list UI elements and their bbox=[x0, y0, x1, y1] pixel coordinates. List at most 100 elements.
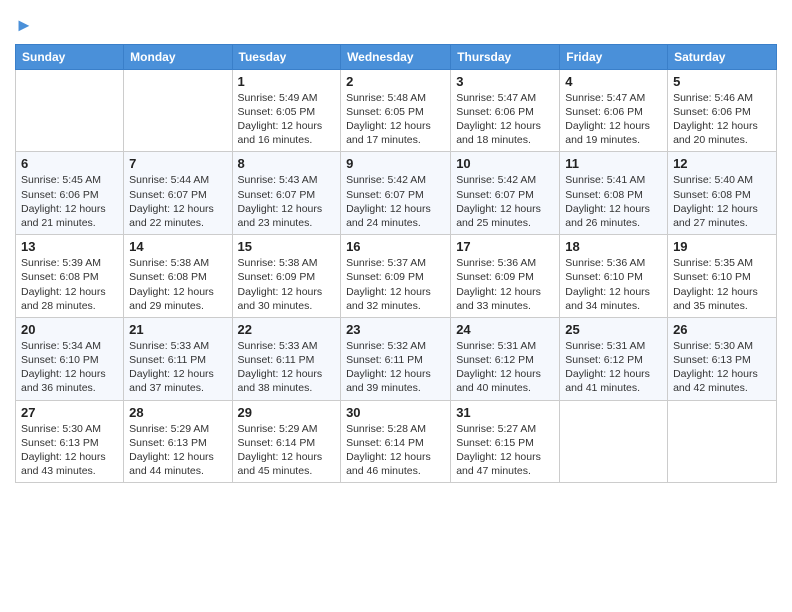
day-number: 20 bbox=[21, 322, 118, 337]
day-number: 8 bbox=[238, 156, 336, 171]
day-info: Sunrise: 5:35 AM Sunset: 6:10 PM Dayligh… bbox=[673, 256, 771, 313]
calendar-week-5: 27 Sunrise: 5:30 AM Sunset: 6:13 PM Dayli… bbox=[16, 400, 777, 483]
day-number: 9 bbox=[346, 156, 445, 171]
day-header-saturday: Saturday bbox=[668, 44, 777, 69]
calendar-cell: 30 Sunrise: 5:28 AM Sunset: 6:14 PM Dayli… bbox=[341, 400, 451, 483]
day-info: Sunrise: 5:49 AM Sunset: 6:05 PM Dayligh… bbox=[238, 91, 336, 148]
calendar-cell: 28 Sunrise: 5:29 AM Sunset: 6:13 PM Dayli… bbox=[124, 400, 232, 483]
day-info: Sunrise: 5:40 AM Sunset: 6:08 PM Dayligh… bbox=[673, 173, 771, 230]
day-number: 6 bbox=[21, 156, 118, 171]
day-header-wednesday: Wednesday bbox=[341, 44, 451, 69]
calendar-week-1: 1 Sunrise: 5:49 AM Sunset: 6:05 PM Daylig… bbox=[16, 69, 777, 152]
calendar-cell: 11 Sunrise: 5:41 AM Sunset: 6:08 PM Dayli… bbox=[560, 152, 668, 235]
calendar-week-3: 13Sunrise: 5:39 AM Sunset: 6:08 PM Dayli… bbox=[16, 235, 777, 318]
logo: ► bbox=[15, 16, 33, 36]
calendar-cell: 26 Sunrise: 5:30 AM Sunset: 6:13 PM Dayli… bbox=[668, 317, 777, 400]
calendar-cell: 15 Sunrise: 5:38 AM Sunset: 6:09 PM Dayli… bbox=[232, 235, 341, 318]
calendar-cell: 6 Sunrise: 5:45 AM Sunset: 6:06 PM Daylig… bbox=[16, 152, 124, 235]
day-number: 26 bbox=[673, 322, 771, 337]
calendar-cell: 22 Sunrise: 5:33 AM Sunset: 6:11 PM Dayli… bbox=[232, 317, 341, 400]
day-number: 7 bbox=[129, 156, 226, 171]
day-number: 10 bbox=[456, 156, 554, 171]
day-info: Sunrise: 5:42 AM Sunset: 6:07 PM Dayligh… bbox=[456, 173, 554, 230]
day-number: 19 bbox=[673, 239, 771, 254]
calendar-table: SundayMondayTuesdayWednesdayThursdayFrid… bbox=[15, 44, 777, 483]
day-number: 21 bbox=[129, 322, 226, 337]
day-info: Sunrise: 5:44 AM Sunset: 6:07 PM Dayligh… bbox=[129, 173, 226, 230]
day-info: Sunrise: 5:36 AM Sunset: 6:10 PM Dayligh… bbox=[565, 256, 662, 313]
day-info: Sunrise: 5:45 AM Sunset: 6:06 PM Dayligh… bbox=[21, 173, 118, 230]
calendar-cell: 31 Sunrise: 5:27 AM Sunset: 6:15 PM Dayli… bbox=[451, 400, 560, 483]
day-header-friday: Friday bbox=[560, 44, 668, 69]
calendar-cell: 27 Sunrise: 5:30 AM Sunset: 6:13 PM Dayli… bbox=[16, 400, 124, 483]
day-info: Sunrise: 5:48 AM Sunset: 6:05 PM Dayligh… bbox=[346, 91, 445, 148]
day-info: Sunrise: 5:31 AM Sunset: 6:12 PM Dayligh… bbox=[456, 339, 554, 396]
day-info: Sunrise: 5:28 AM Sunset: 6:14 PM Dayligh… bbox=[346, 422, 445, 479]
day-header-monday: Monday bbox=[124, 44, 232, 69]
day-info: Sunrise: 5:38 AM Sunset: 6:09 PM Dayligh… bbox=[238, 256, 336, 313]
day-number: 22 bbox=[238, 322, 336, 337]
calendar-cell: 17Sunrise: 5:36 AM Sunset: 6:09 PM Dayli… bbox=[451, 235, 560, 318]
day-number: 11 bbox=[565, 156, 662, 171]
day-number: 28 bbox=[129, 405, 226, 420]
day-info: Sunrise: 5:46 AM Sunset: 6:06 PM Dayligh… bbox=[673, 91, 771, 148]
day-number: 25 bbox=[565, 322, 662, 337]
calendar-cell bbox=[668, 400, 777, 483]
calendar-cell: 1 Sunrise: 5:49 AM Sunset: 6:05 PM Daylig… bbox=[232, 69, 341, 152]
calendar-cell: 14Sunrise: 5:38 AM Sunset: 6:08 PM Dayli… bbox=[124, 235, 232, 318]
calendar-cell: 9 Sunrise: 5:42 AM Sunset: 6:07 PM Daylig… bbox=[341, 152, 451, 235]
calendar-header-row: SundayMondayTuesdayWednesdayThursdayFrid… bbox=[16, 44, 777, 69]
calendar-cell bbox=[560, 400, 668, 483]
day-info: Sunrise: 5:37 AM Sunset: 6:09 PM Dayligh… bbox=[346, 256, 445, 313]
calendar-cell: 23Sunrise: 5:32 AM Sunset: 6:11 PM Dayli… bbox=[341, 317, 451, 400]
calendar-cell: 2 Sunrise: 5:48 AM Sunset: 6:05 PM Daylig… bbox=[341, 69, 451, 152]
day-number: 23 bbox=[346, 322, 445, 337]
day-info: Sunrise: 5:47 AM Sunset: 6:06 PM Dayligh… bbox=[565, 91, 662, 148]
day-info: Sunrise: 5:36 AM Sunset: 6:09 PM Dayligh… bbox=[456, 256, 554, 313]
day-header-tuesday: Tuesday bbox=[232, 44, 341, 69]
calendar-cell: 18 Sunrise: 5:36 AM Sunset: 6:10 PM Dayli… bbox=[560, 235, 668, 318]
calendar-cell: 8 Sunrise: 5:43 AM Sunset: 6:07 PM Daylig… bbox=[232, 152, 341, 235]
day-number: 29 bbox=[238, 405, 336, 420]
day-number: 30 bbox=[346, 405, 445, 420]
calendar-cell: 5 Sunrise: 5:46 AM Sunset: 6:06 PM Daylig… bbox=[668, 69, 777, 152]
day-info: Sunrise: 5:29 AM Sunset: 6:13 PM Dayligh… bbox=[129, 422, 226, 479]
day-info: Sunrise: 5:27 AM Sunset: 6:15 PM Dayligh… bbox=[456, 422, 554, 479]
calendar-cell: 20 Sunrise: 5:34 AM Sunset: 6:10 PM Dayli… bbox=[16, 317, 124, 400]
day-info: Sunrise: 5:33 AM Sunset: 6:11 PM Dayligh… bbox=[129, 339, 226, 396]
day-number: 2 bbox=[346, 74, 445, 89]
day-number: 12 bbox=[673, 156, 771, 171]
day-info: Sunrise: 5:30 AM Sunset: 6:13 PM Dayligh… bbox=[21, 422, 118, 479]
day-info: Sunrise: 5:31 AM Sunset: 6:12 PM Dayligh… bbox=[565, 339, 662, 396]
calendar-cell: 19 Sunrise: 5:35 AM Sunset: 6:10 PM Dayli… bbox=[668, 235, 777, 318]
calendar-cell: 21 Sunrise: 5:33 AM Sunset: 6:11 PM Dayli… bbox=[124, 317, 232, 400]
day-number: 5 bbox=[673, 74, 771, 89]
day-number: 16 bbox=[346, 239, 445, 254]
day-info: Sunrise: 5:33 AM Sunset: 6:11 PM Dayligh… bbox=[238, 339, 336, 396]
calendar-cell: 13Sunrise: 5:39 AM Sunset: 6:08 PM Dayli… bbox=[16, 235, 124, 318]
calendar-cell: 25 Sunrise: 5:31 AM Sunset: 6:12 PM Dayli… bbox=[560, 317, 668, 400]
calendar-week-4: 20 Sunrise: 5:34 AM Sunset: 6:10 PM Dayli… bbox=[16, 317, 777, 400]
calendar-cell: 24Sunrise: 5:31 AM Sunset: 6:12 PM Dayli… bbox=[451, 317, 560, 400]
day-info: Sunrise: 5:34 AM Sunset: 6:10 PM Dayligh… bbox=[21, 339, 118, 396]
calendar-week-2: 6 Sunrise: 5:45 AM Sunset: 6:06 PM Daylig… bbox=[16, 152, 777, 235]
day-info: Sunrise: 5:47 AM Sunset: 6:06 PM Dayligh… bbox=[456, 91, 554, 148]
calendar-cell: 10 Sunrise: 5:42 AM Sunset: 6:07 PM Dayli… bbox=[451, 152, 560, 235]
day-info: Sunrise: 5:42 AM Sunset: 6:07 PM Dayligh… bbox=[346, 173, 445, 230]
day-header-sunday: Sunday bbox=[16, 44, 124, 69]
day-number: 1 bbox=[238, 74, 336, 89]
calendar-cell: 29Sunrise: 5:29 AM Sunset: 6:14 PM Dayli… bbox=[232, 400, 341, 483]
day-info: Sunrise: 5:38 AM Sunset: 6:08 PM Dayligh… bbox=[129, 256, 226, 313]
day-number: 18 bbox=[565, 239, 662, 254]
day-number: 15 bbox=[238, 239, 336, 254]
day-header-thursday: Thursday bbox=[451, 44, 560, 69]
day-number: 27 bbox=[21, 405, 118, 420]
day-number: 4 bbox=[565, 74, 662, 89]
logo-text: ► bbox=[15, 16, 33, 36]
day-info: Sunrise: 5:41 AM Sunset: 6:08 PM Dayligh… bbox=[565, 173, 662, 230]
day-number: 31 bbox=[456, 405, 554, 420]
day-info: Sunrise: 5:30 AM Sunset: 6:13 PM Dayligh… bbox=[673, 339, 771, 396]
day-number: 13 bbox=[21, 239, 118, 254]
calendar-page: ► SundayMondayTuesdayWednesdayThursdayFr… bbox=[0, 0, 792, 612]
day-info: Sunrise: 5:43 AM Sunset: 6:07 PM Dayligh… bbox=[238, 173, 336, 230]
